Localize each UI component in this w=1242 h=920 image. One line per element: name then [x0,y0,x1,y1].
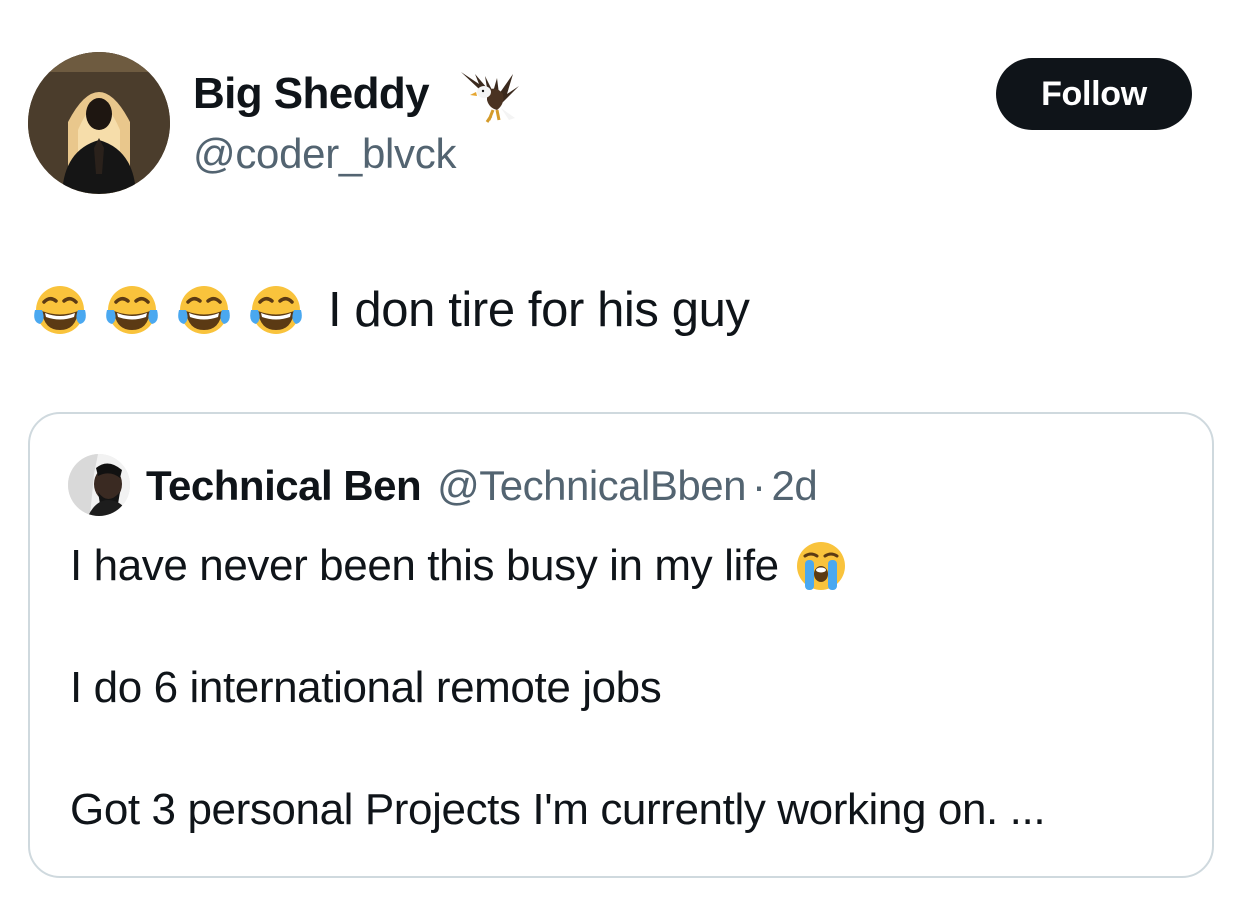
loudly-crying-face-icon [796,542,845,590]
tweet-body: I don tire for his guy [328,283,750,337]
eagle-icon [461,72,519,123]
quoted-tweet-card[interactable]: Technical Ben @TechnicalBben · 2d I have… [28,412,1214,878]
quoted-tweet-header: Technical Ben @TechnicalBben · 2d [146,458,818,514]
quoted-tweet-line: Got 3 personal Projects I'm currently wo… [70,785,1046,834]
tweet-text: I don tire for his guy [30,280,750,340]
quoted-tweet-line: I have never been this busy in my life [70,538,849,594]
author-handle[interactable]: @coder_blvck [193,128,456,180]
quoted-tweet-time[interactable]: 2d [771,462,817,510]
quoted-tweet-line-text: I have never been this busy in my life [70,541,779,590]
face-with-tears-of-joy-icon [178,286,230,334]
author-avatar[interactable] [28,52,170,194]
quoted-author-name[interactable]: Technical Ben [146,462,422,510]
quoted-tweet-line: I do 6 international remote jobs [70,663,662,712]
quoted-author-avatar[interactable] [68,454,130,516]
face-with-tears-of-joy-icon [34,286,86,334]
quoted-author-handle[interactable]: @TechnicalBben [437,462,746,510]
face-with-tears-of-joy-icon [106,286,158,334]
author-display-name[interactable]: Big Sheddy [193,66,430,122]
follow-button[interactable]: Follow [996,58,1192,130]
face-with-tears-of-joy-icon [250,286,302,334]
header-separator: · [751,462,766,509]
